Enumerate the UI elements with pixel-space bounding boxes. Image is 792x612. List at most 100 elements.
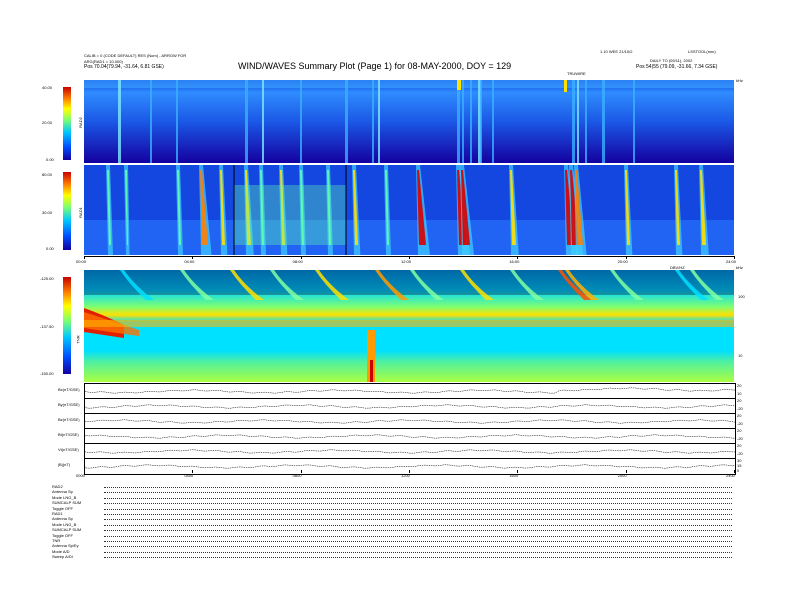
- footer-row: RAD2: [52, 484, 732, 489]
- header-left-line1: CALIB = 0 (CODE DEFAULT) RES (Nom) - ARR…: [84, 53, 187, 58]
- mag-trace: [84, 404, 736, 409]
- mag-row-label: Bt(nT/GSE): [58, 432, 79, 437]
- time-tick: [625, 470, 627, 473]
- tnr-tick-1: -137.50: [40, 324, 54, 329]
- time-tick-label: 2000: [617, 473, 627, 478]
- rad2-colorbar: [63, 87, 71, 160]
- mag-trace: [84, 434, 736, 439]
- unit-right-rad: kHz: [736, 78, 743, 83]
- mag-row-right-tick: 20: [737, 383, 742, 388]
- footer-row-dots: [104, 497, 732, 499]
- rad1-diffuse: [234, 185, 346, 245]
- mag-trace-svg: [84, 387, 736, 394]
- rad2-label: RAD2: [77, 117, 83, 128]
- footer-row-dots: [104, 524, 732, 526]
- footer-row: Antenna Sp/Ey: [52, 543, 732, 548]
- footer-row-label: Mode LNG_B: [52, 494, 77, 500]
- time-tick-label: 08:00: [292, 259, 303, 264]
- mag-row-right-tick: 20: [737, 398, 742, 403]
- time-tick-label: 0400: [184, 473, 194, 478]
- tnr-tick-0: -125.00: [40, 276, 54, 281]
- rad2-tick-2: 0.00: [46, 157, 54, 162]
- footer-row-dots: [104, 530, 732, 532]
- footer-row-dots: [104, 546, 732, 548]
- rad2-tick-1: 20.00: [42, 120, 53, 125]
- rad1-spectrogram: [84, 165, 734, 255]
- footer-row-label: Antenna Sp/Ey: [52, 543, 79, 549]
- mag-row-right-tick: 10: [737, 390, 742, 396]
- rad2-streak: [262, 80, 264, 163]
- time-tick-label: 04:00: [184, 259, 195, 264]
- footer-row-dots: [104, 535, 732, 537]
- footer-row: Antenna Sp: [52, 489, 732, 494]
- footer-row-label: Toggle OFF: [52, 532, 73, 538]
- footer-row-dots: [104, 514, 732, 515]
- tnr-spectrogram: [84, 270, 734, 382]
- tnr-svg: [84, 270, 734, 382]
- footer-row-label: Toggle OFF: [52, 505, 73, 511]
- footer-row-label: Antenna Sp: [52, 489, 73, 495]
- footer-row-label: SUMCALP SUM: [52, 527, 82, 533]
- rad1-colorbar: [63, 172, 71, 250]
- footer-row-dots: [104, 503, 732, 505]
- tnr-right-tick-0: 100: [738, 294, 745, 299]
- tnr-label: TNR: [75, 335, 81, 344]
- page-title: WIND/WAVES Summary Plot (Page 1) for 08-…: [238, 61, 512, 71]
- mag-trace: [84, 419, 736, 424]
- rad2-spectrogram: [84, 80, 734, 163]
- footer-row: Toggle OFF: [52, 533, 732, 538]
- footer-row: Mode LNG_B: [52, 522, 732, 527]
- tnr-colorbar: [63, 277, 71, 374]
- rad2-streak: [585, 80, 587, 163]
- footer-row-label: SUMCALP SUM: [52, 500, 82, 506]
- rad2-svg: [84, 80, 734, 163]
- rad1-svg: [84, 165, 734, 255]
- rad2-streak: [577, 80, 579, 163]
- rad2-streak: [118, 80, 121, 163]
- mag-row-label: Bz(nT/GSE): [58, 417, 80, 422]
- header-right-line3: Pos 54(55 (79.09, -31.66, 7.34 GSE): [636, 64, 718, 70]
- footer-row-label: Sweep A/Dl: [52, 554, 73, 560]
- time-tick: [409, 256, 410, 259]
- footer-row-label: TNR: [52, 538, 61, 543]
- mag-row-right-tick: -20: [737, 420, 743, 426]
- footer-row-dots: [104, 519, 732, 521]
- time-tick-label: 00:00: [76, 259, 87, 264]
- mag-strip: [84, 398, 736, 414]
- rad1-tick-2: 0.00: [46, 246, 54, 251]
- footer-row: Sweep A/Dl: [52, 554, 732, 559]
- time-tick: [84, 256, 85, 259]
- mag-row-right-tick: 0: [737, 468, 740, 473]
- rad2-streak: [602, 80, 605, 163]
- footer-row: Toggle OFF: [52, 506, 732, 511]
- footer-row-label: Mode LNG_B: [52, 521, 77, 527]
- tnr-unit-label: kHz: [736, 265, 743, 270]
- rad2-streak: [462, 80, 464, 163]
- time-tick-label: 12:00: [401, 259, 412, 264]
- footer-row-label: RAD2: [52, 484, 63, 489]
- mag-trace: [84, 464, 736, 469]
- mag-trace: [84, 449, 736, 454]
- time-tick: [192, 470, 194, 473]
- header-left-line3: Pos 70.04(79.94, -31.64, 6.81 GSE): [84, 64, 164, 70]
- header-right-mid: DAILY TO (09/11), 2002: [650, 58, 693, 63]
- time-tick-label: 1200: [401, 473, 410, 478]
- rad2-streak: [480, 80, 482, 163]
- tick-label-top: TRUWIRE: [567, 71, 586, 76]
- mag-row-label: By(nT/GSE): [58, 402, 80, 407]
- rad2-tick-0: 40.00: [42, 85, 53, 90]
- rad2-streak: [572, 80, 575, 163]
- time-tick: [625, 256, 627, 259]
- rad2-streak: [470, 80, 472, 163]
- rad2-streak: [150, 80, 152, 163]
- time-tick: [517, 256, 519, 259]
- footer-row-label: Mode A/D: [52, 548, 70, 554]
- mag-strip: [84, 413, 736, 429]
- time-tick: [300, 470, 302, 473]
- rad2-streak: [457, 80, 460, 163]
- time-tick: [192, 256, 194, 259]
- mag-trace-svg: [84, 419, 736, 424]
- time-tick: [300, 256, 302, 259]
- mag-row-label: Vt(nT/GSE): [58, 447, 79, 452]
- footer-row-dots: [104, 487, 732, 488]
